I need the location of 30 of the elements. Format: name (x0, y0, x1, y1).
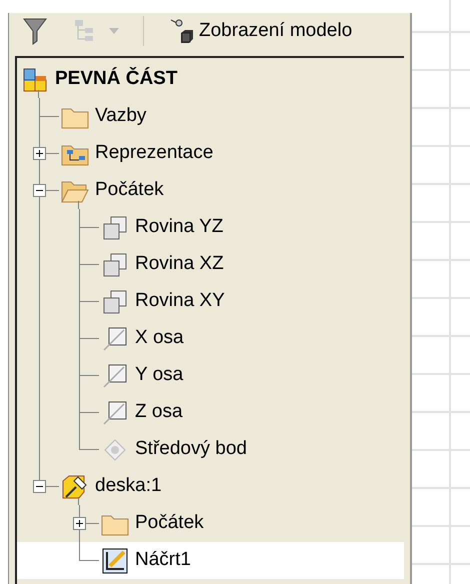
sketch-icon (102, 548, 128, 574)
tree-item-label[interactable]: Počátek (95, 176, 164, 205)
tree-item-label[interactable]: Vazby (95, 102, 146, 131)
collapse-toggle[interactable] (33, 480, 46, 493)
plane-icon (102, 252, 128, 278)
expand-toggle[interactable] (33, 147, 46, 160)
axis-icon (102, 400, 128, 426)
tree-item-label[interactable]: Rovina XZ (135, 250, 224, 279)
point-icon (102, 436, 128, 462)
tree-item-label[interactable]: Počátek (135, 509, 204, 538)
part-icon (22, 66, 48, 92)
tree-item-label[interactable]: PEVNÁ ČÁST (55, 65, 178, 94)
tree-item-label[interactable]: Rovina YZ (135, 213, 224, 242)
axis-icon (102, 326, 128, 352)
tree-item-label[interactable]: Náčrt1 (135, 546, 191, 575)
tree-item-label[interactable]: Reprezentace (95, 139, 214, 168)
collapse-toggle[interactable] (33, 184, 46, 197)
selected-row[interactable]: Náčrt1 (17, 542, 404, 579)
plane-icon (102, 288, 128, 314)
tree-item-label[interactable]: deska:1 (95, 472, 162, 501)
tree-item-label[interactable]: Středový bod (135, 435, 247, 464)
tree-item-label[interactable]: X osa (135, 324, 184, 353)
expand-toggle[interactable] (73, 517, 86, 530)
tree-item-label[interactable]: Y osa (135, 361, 184, 390)
axis-icon (102, 362, 128, 388)
tree-item-label[interactable]: Rovina XY (135, 287, 225, 316)
filter-icon[interactable] (23, 17, 47, 45)
model-view-label[interactable]: Zobrazení modelo (199, 16, 352, 46)
tree-item-label[interactable]: Z osa (135, 398, 183, 427)
plane-icon (102, 214, 128, 240)
